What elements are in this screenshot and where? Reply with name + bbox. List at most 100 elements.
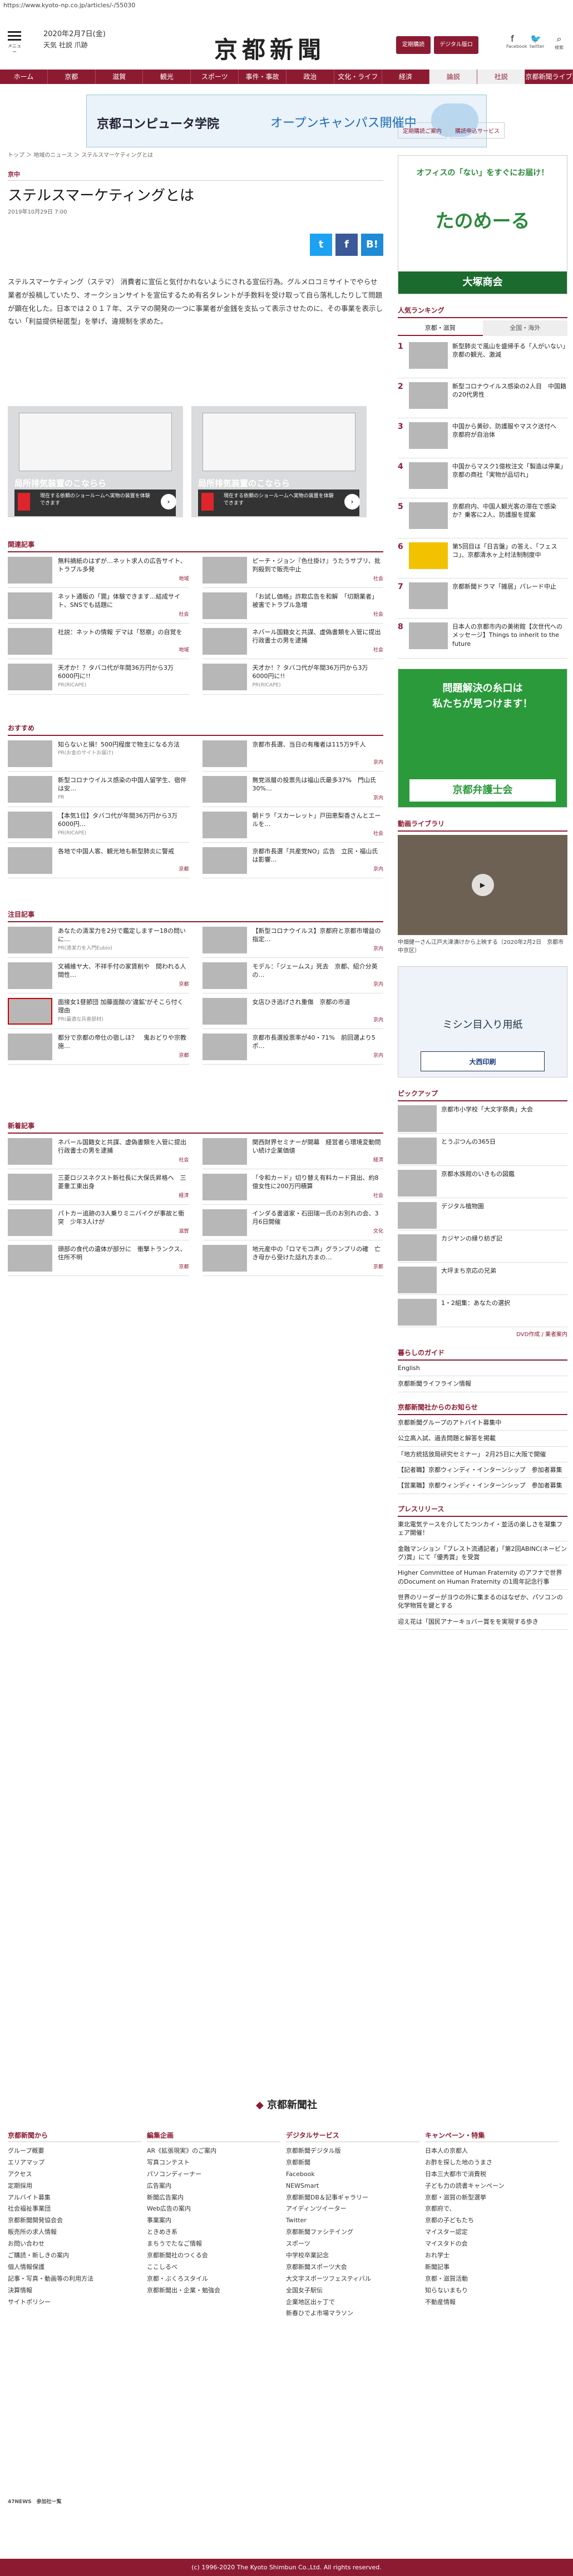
ranking-item[interactable]: 3 中国から黄砂、防護服やマスク送付へ 京都府が自治体 xyxy=(398,418,567,458)
notice-item[interactable]: 京都新聞グループのアトバイト募集中 xyxy=(398,1415,567,1431)
pickup-item[interactable]: 大坪まち京応の兄弟 xyxy=(398,1263,567,1295)
list-item[interactable]: 文補維ヤ大、不祥手付の家賃削や 間われる人間性… 京都 xyxy=(8,958,189,993)
footer-link[interactable]: 知らないまもり xyxy=(425,2285,559,2297)
news47-links[interactable]: 47NEWS 参加社一覧 xyxy=(8,2498,564,2506)
list-item[interactable]: 社説：ネットの情報 デマは「怒察」の自覚を 地域 xyxy=(8,624,189,659)
footer-link[interactable]: 全国女子駅伝 xyxy=(286,2285,419,2297)
footer-link[interactable]: 社会福祉事業団 xyxy=(8,2203,141,2215)
subscriber-service-button[interactable]: 購読申込サービス xyxy=(450,122,505,139)
pickup-item[interactable]: 京都市小学校「大文字祭典」大会 xyxy=(398,1101,567,1134)
list-item[interactable]: ピーチ・ジョン『色仕掛け』うたうサブリ、批判殺到で販売中止 社会 xyxy=(202,552,383,588)
nav-live[interactable]: 京都新聞ライブ xyxy=(525,70,573,84)
notice-item[interactable]: 【営業職】京都ウィンディ・インターンシップ 参加者募集 xyxy=(398,1478,567,1494)
footer-link[interactable]: エリアマップ xyxy=(8,2157,141,2169)
footer-link[interactable]: 京都新聞スポーツ大会 xyxy=(286,2262,419,2273)
nav-kanko[interactable]: 観光 xyxy=(143,70,191,84)
list-item[interactable]: 京都市長選、当日の有権者は115万9千人 京内 xyxy=(202,736,383,772)
footer-link[interactable]: 京都・滋賀活動 xyxy=(425,2273,559,2285)
list-item[interactable]: 「お試し価格」詐欺広告を和解 「切期業者」被害でトラブル急増 社会 xyxy=(202,588,383,624)
footer-link[interactable]: アイディンツイーター xyxy=(286,2203,419,2215)
footer-link[interactable]: Web広告の案内 xyxy=(147,2203,280,2215)
footer-link[interactable]: 京都新聞DB＆記事ギャラリー xyxy=(286,2192,419,2204)
notice-item[interactable]: 【記者職】京都ウィンディ・インターンシップ 参加者募集 xyxy=(398,1462,567,1479)
side-ad-tanomeru[interactable]: オフィスの「ない」をすぐにお届け！ たのめーる 大塚商会 xyxy=(398,155,567,294)
weather-links[interactable]: 天気 社説 爪跡 xyxy=(43,40,106,50)
footer-link[interactable]: 不動産情報 xyxy=(425,2297,559,2308)
list-item[interactable]: 地元産中の「ロマモコ声」グランプリの確 亡き母から受けた話れ方まの… 京都 xyxy=(202,1240,383,1276)
list-item[interactable]: 無党派層の投票先は福山氏最多37% 門山氏30%… 京内 xyxy=(202,772,383,807)
list-item[interactable]: 京都市長選「共産党NO」広告 立民・福山氏は影響… 京内 xyxy=(202,843,383,878)
list-item[interactable]: モデル：「ジェームス」死去 京都、紹介分英の… 京内 xyxy=(202,958,383,993)
footer-link[interactable]: 京都・ぶくろスタイル xyxy=(147,2273,280,2285)
footer-link[interactable]: マイスター認定 xyxy=(425,2227,559,2238)
ranking-item[interactable]: 2 新型コロナウイルス感染の2人目 中国籍の20代男性 xyxy=(398,378,567,418)
list-item[interactable]: 関西財界セミナーが開幕 経営者ら環境変動問い続け企業価値 経済 xyxy=(202,1134,383,1169)
footer-link[interactable]: 販売所の求人情報 xyxy=(8,2227,141,2238)
ranking-item[interactable]: 4 中国からマスク1億枚注文「製造は停業」京都の商社「実物が品切れ」 xyxy=(398,458,567,498)
footer-link[interactable]: お問い合わせ xyxy=(8,2238,141,2250)
footer-link[interactable]: 写真コンテスト xyxy=(147,2157,280,2169)
nav-shasetsu[interactable]: 社説 xyxy=(477,70,526,84)
footer-link[interactable]: ご購読・新しきの案内 xyxy=(8,2250,141,2262)
footer-link[interactable]: 広告案内 xyxy=(147,2181,280,2192)
footer-link[interactable]: サイトポリシー xyxy=(8,2297,141,2308)
footer-link[interactable]: 決算情報 xyxy=(8,2285,141,2297)
footer-link[interactable]: パソコンディーナー xyxy=(147,2169,280,2181)
pickup-item[interactable]: デジタル植物園 xyxy=(398,1198,567,1230)
footer-link[interactable]: 京都府で、 xyxy=(425,2203,559,2215)
footer-link[interactable]: ここしるべ xyxy=(147,2262,280,2273)
footer-link[interactable]: NEWSmart xyxy=(286,2181,419,2192)
list-item[interactable]: 天才か！？タバコ代が年間36万円から3万6000円に!! PR(RICAPE) xyxy=(8,659,189,695)
site-logo[interactable]: 京都新聞 xyxy=(214,31,325,65)
footer-link[interactable]: 個人情報保護 xyxy=(8,2262,141,2273)
footer-link[interactable]: AR《拡張現実》のご案内 xyxy=(147,2145,280,2157)
nav-shiga[interactable]: 滋賀 xyxy=(96,70,144,84)
list-item[interactable]: 三菱ロジスネクスト新社長に大保氏昇格へ 三菱重工東出身 経済 xyxy=(8,1169,189,1205)
pickup-item[interactable]: 京都水族館のいきもの図鑑 xyxy=(398,1166,567,1198)
list-item[interactable]: 面接女1昼節団 加藤面酸の'違鉱'がそこら付く理由 PR(最適な兵喜部材) xyxy=(8,993,189,1029)
press-item[interactable]: Higher Committee of Human Fraternity のアフ… xyxy=(398,1565,567,1590)
footer-link[interactable]: 企業地区出ヶ丁で xyxy=(286,2297,419,2308)
nav-seiji[interactable]: 政治 xyxy=(286,70,334,84)
footer-link[interactable]: 京都の子どもたち xyxy=(425,2215,559,2227)
list-item[interactable]: ネバール国籍女と共謀、虚偽書類を入管に提出 行政書士の男を逮捕 社会 xyxy=(8,1134,192,1169)
notice-item[interactable]: 「地方統括放局研究セミナー」 2月25日に大阪で開催 xyxy=(398,1447,567,1462)
list-item[interactable]: パトカー追跡の3人乗りミニバイクが事故と衝突 少年3人けが 滋賀 xyxy=(8,1205,189,1240)
press-item[interactable]: 世界のリーダーがヨウの外に集まるのはなぜか、パソコンの化学物質を鍵とする xyxy=(398,1590,567,1614)
footer-link[interactable]: 新春ひでよ市場マラソン xyxy=(286,2308,419,2320)
list-item[interactable]: 朝ドラ「スカーレット」戸田恵梨香さんとエールを… 社会 xyxy=(202,807,383,843)
nav-home[interactable]: ホーム xyxy=(0,70,48,84)
twitter-icon[interactable]: 🐦 twitter xyxy=(530,33,544,51)
guide-link[interactable]: 京都新聞ライフライン情報 xyxy=(398,1376,567,1392)
tab-national[interactable]: 全国・海外 xyxy=(482,320,567,336)
footer-link[interactable]: 事業案内 xyxy=(147,2215,280,2227)
footer-link[interactable]: グループ概要 xyxy=(8,2145,141,2157)
ranking-item[interactable]: 7 京都新聞ドラマ「雑居」パレード中止 xyxy=(398,579,567,619)
breadcrumb[interactable]: トップ ＞ 地域のニュース ＞ ステルスマーケティングとは xyxy=(8,150,383,159)
facebook-share-icon[interactable]: f xyxy=(335,234,358,256)
facebook-icon[interactable]: f Facebook xyxy=(506,33,527,51)
press-item[interactable]: 迎え花は「国民アナーキョバー賞をを実現する歩き xyxy=(398,1614,567,1630)
subscribe-button[interactable]: 定期購読 xyxy=(396,36,431,54)
list-item[interactable]: インダる書道家・石田瑞一氏のお別れの会、3月6日開催 文化 xyxy=(202,1205,383,1240)
list-item[interactable]: 女店ひき逃げされ重傷 京都の市道 京内 xyxy=(202,993,383,1029)
pickup-item[interactable]: 1・2組集：あなたの選択 xyxy=(398,1295,567,1327)
press-item[interactable]: 金融マンション「ブレスト流通記者」「第2回ABINC(ネービング)賞」にて「優秀… xyxy=(398,1541,567,1566)
footer-link[interactable]: 新聞記事 xyxy=(425,2262,559,2273)
twitter-share-icon[interactable]: t xyxy=(310,234,332,256)
hatena-share-icon[interactable]: B! xyxy=(361,234,383,256)
ad-box[interactable]: 局所排気装置のこならら 現在する依頼のショールームへ実物の装置を体験できます › xyxy=(8,406,183,517)
footer-link[interactable]: 京都・滋賀の新型選挙 xyxy=(425,2192,559,2204)
footer-link[interactable]: 京都新聞デジタル版 xyxy=(286,2145,419,2157)
footer-link[interactable]: 定期採用 xyxy=(8,2181,141,2192)
ranking-item[interactable]: 5 京都府内、中国人観光客の滞在で感染か？乗客に2人、防護服を提案 xyxy=(398,498,567,538)
search-icon[interactable]: ⌕ 検索 xyxy=(553,33,565,51)
list-item[interactable]: 天才か！？タバコ代が年間36万円から3万6000円に!! PR(RICAPE) xyxy=(202,659,383,695)
list-item[interactable]: 新型コロナウイルス感染の中国人留学生、宿伴は安… PR xyxy=(8,772,189,807)
footer-link[interactable]: マイスタドの会 xyxy=(425,2238,559,2250)
pickup-item[interactable]: カジヤンの縁り紡ぎ記 xyxy=(398,1230,567,1263)
nav-sports[interactable]: スポーツ xyxy=(191,70,239,84)
footer-link[interactable]: 記事・写真・動画等の利用方法 xyxy=(8,2273,141,2285)
footer-link[interactable]: 京都新聞開発協会会 xyxy=(8,2215,141,2227)
footer-link[interactable]: 子ども力の読書キャンペーン xyxy=(425,2181,559,2192)
